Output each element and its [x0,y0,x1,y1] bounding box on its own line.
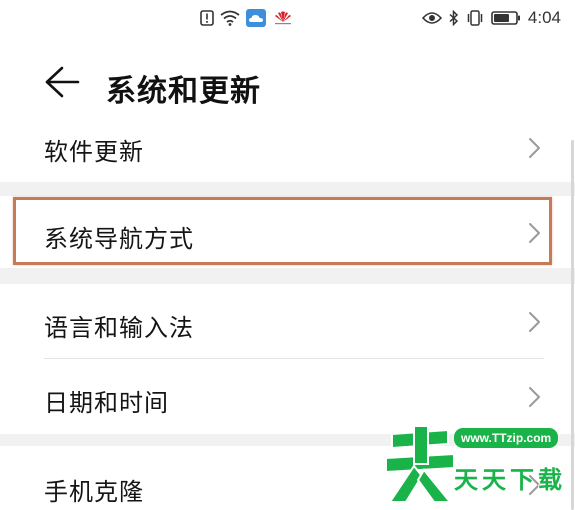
menu-item-language-input[interactable]: 语言和输入法 [0,284,575,359]
back-button[interactable] [42,64,82,104]
eye-icon [421,11,442,25]
menu-item-label: 语言和输入法 [44,314,194,342]
page-title: 系统和更新 [106,74,261,109]
chevron-right-icon [526,310,544,334]
status-bar: 4:04 [0,0,575,36]
chevron-right-icon [526,136,544,160]
status-icons-left [200,9,294,27]
menu-item-label: 手机克隆 [44,478,144,506]
header: 系统和更新 [0,54,575,118]
highlight-box [13,197,552,265]
watermark-url: www.TTzip.com [454,428,559,448]
alert-icon [200,10,214,26]
menu-item-software-update[interactable]: 软件更新 [0,118,575,182]
menu-item-label: 软件更新 [44,138,144,166]
watermark: www.TTzip.com 天天下载 [384,418,564,506]
cloud-icon [246,9,266,27]
section-gap [0,182,575,196]
huawei-logo [272,10,294,26]
vibrate-icon [466,10,484,26]
status-time: 4:04 [527,8,561,27]
menu-item-label: 日期和时间 [44,389,169,417]
wifi-icon [220,10,240,26]
back-arrow-icon [44,66,80,102]
section-gap [0,268,575,284]
battery-icon [491,10,521,26]
status-icons-right: 4:04 [421,8,561,28]
chevron-right-icon [526,385,544,409]
bluetooth-icon [449,10,459,26]
scrollbar[interactable] [571,140,574,510]
watermark-brand: 天天下载 [454,466,566,494]
watermark-logo-icon [384,418,456,508]
